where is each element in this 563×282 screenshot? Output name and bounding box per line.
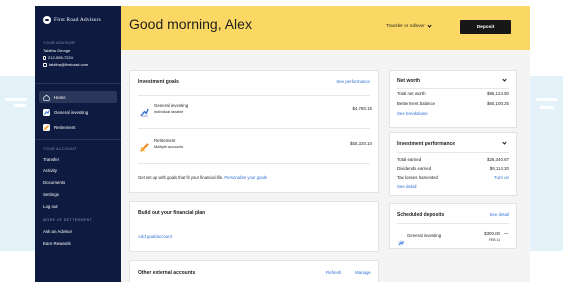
balance-label: Betterment balance	[397, 101, 436, 106]
sidebar-link-transfer[interactable]: Transfer	[43, 157, 59, 162]
divider	[397, 152, 509, 153]
turn-on-link[interactable]: Turn on	[494, 175, 509, 180]
more-options-icon[interactable]: ...	[504, 230, 508, 235]
background-dash	[14, 104, 26, 107]
advisor-heading: YOUR ADVISOR	[43, 41, 76, 45]
greeting-title: Good morning, Alex	[129, 16, 252, 32]
brand-mark-icon	[43, 16, 51, 24]
scheduled-date: FEB 11	[488, 238, 500, 242]
general-investing-icon	[43, 108, 50, 116]
sidebar-divider	[35, 83, 121, 84]
retirement-icon	[140, 139, 149, 152]
balance-value: $60,100.25	[487, 101, 509, 106]
divider	[397, 223, 509, 224]
brand-logo[interactable]: First Road Advisors	[43, 16, 101, 24]
dividends-value: $8,114.20	[489, 166, 509, 171]
sidebar-item-label: Home	[54, 94, 66, 100]
see-detail-link[interactable]: See detail	[397, 184, 417, 189]
page-header: Good morning, Alex Transfer or rollover …	[121, 6, 530, 50]
advisor-phone-text: 212-555-7224	[48, 55, 73, 60]
divider	[138, 163, 370, 164]
transfer-label: Transfer or rollover	[386, 23, 425, 28]
sidebar-item-home[interactable]: Home	[39, 91, 117, 103]
investment-goals-card: Investment goals See performance General…	[129, 70, 379, 193]
sidebar-divider	[35, 139, 121, 140]
personalize-goals-link[interactable]: Personalize your goals	[224, 175, 266, 180]
goals-footer-text: Get set up with goals that fit your fina…	[138, 175, 224, 180]
sidebar-link-earn-rewards[interactable]: Earn Rewards	[43, 241, 71, 246]
advisor-phone[interactable]: 212-555-7224	[43, 55, 73, 60]
scheduled-deposits-card: Scheduled deposits See detail General in…	[389, 203, 517, 249]
retirement-icon	[43, 123, 50, 131]
scheduled-item-name: General investing	[407, 233, 442, 238]
net-worth-label: Total net worth	[397, 91, 426, 96]
sidebar-item-general-investing[interactable]: General investing	[39, 106, 117, 118]
net-worth-card: Net worth Total net worth $85,124.50 Bet…	[389, 70, 517, 128]
investment-performance-card: Investment performance Total earned $26,…	[389, 132, 517, 196]
goal-subtitle: Multiple accounts	[154, 145, 184, 149]
add-goal-account-link[interactable]: Add goal/account	[138, 234, 172, 239]
scheduled-title: Scheduled deposits	[397, 212, 445, 218]
advisor-name: Tabitha George	[43, 48, 71, 53]
external-accounts-card: Other external accounts Refresh Manage	[129, 260, 379, 282]
sidebar-item-label: Retirement	[54, 124, 76, 130]
goal-row-retirement[interactable]: Retirement Multiple accounts $55,320.10	[130, 133, 380, 157]
goal-value: $4,780.15	[352, 106, 372, 111]
goal-name: Retirement	[154, 138, 176, 143]
goal-subtitle: Individual taxable	[154, 110, 184, 114]
mail-icon	[43, 62, 47, 67]
chevron-down-icon[interactable]	[502, 140, 507, 145]
scheduled-amount: $300.00	[484, 231, 500, 236]
deposit-button[interactable]: Deposit	[460, 20, 511, 34]
more-heading: MORE OF BETTERMENT	[43, 218, 93, 222]
divider	[138, 95, 370, 96]
total-earned-value: $26,340.67	[487, 157, 509, 162]
net-worth-value: $85,124.50	[487, 91, 509, 96]
chevron-down-icon	[427, 22, 432, 28]
sidebar-link-logout[interactable]: Log out	[43, 204, 58, 209]
tax-losses-label: Tax losses harvested	[397, 175, 438, 180]
sidebar-item-retirement[interactable]: Retirement	[39, 121, 117, 133]
background-dash	[5, 98, 27, 101]
goal-value: $55,320.10	[350, 141, 372, 146]
financial-plan-card: Build out your financial plan Add goal/a…	[129, 201, 379, 252]
background-dash	[536, 98, 558, 101]
chevron-down-icon[interactable]	[502, 77, 507, 82]
refresh-link[interactable]: Refresh	[326, 270, 341, 275]
goals-title: Investment goals	[138, 79, 179, 85]
dividends-label: Dividends earned	[397, 166, 432, 171]
sidebar-link-documents[interactable]: Documents	[43, 180, 65, 185]
total-earned-label: Total earned	[397, 157, 422, 162]
background-dash	[540, 106, 554, 109]
app-window: First Road Advisors YOUR ADVISOR Tabitha…	[35, 6, 530, 282]
scheduled-see-detail-link[interactable]: See detail	[489, 212, 509, 217]
brand-name: First Road Advisors	[54, 17, 101, 23]
net-worth-title: Net worth	[397, 78, 421, 84]
transfer-dropdown[interactable]: Transfer or rollover	[386, 22, 432, 28]
sidebar-item-label: General investing	[54, 109, 89, 115]
plan-title: Build out your financial plan	[138, 210, 206, 216]
divider	[397, 88, 509, 89]
see-breakdown-link[interactable]: See breakdown	[397, 111, 428, 116]
general-investing-icon	[398, 233, 404, 246]
see-performance-link[interactable]: See performance	[336, 79, 370, 84]
divider	[138, 128, 370, 129]
goals-footer: Get set up with goals that fit your fina…	[138, 175, 267, 180]
account-heading: YOUR ACCOUNT	[43, 147, 77, 151]
sidebar-link-ask-advisor[interactable]: Ask an Advisor	[43, 229, 72, 234]
sidebar: First Road Advisors YOUR ADVISOR Tabitha…	[35, 6, 121, 282]
phone-icon	[43, 55, 46, 60]
home-icon	[43, 94, 50, 101]
sidebar-link-settings[interactable]: Settings	[43, 192, 59, 197]
advisor-email-text: tabitha@firstroad.com	[49, 62, 89, 67]
external-title: Other external accounts	[138, 270, 196, 276]
sidebar-link-activity[interactable]: Activity	[43, 168, 57, 173]
general-investing-icon	[140, 104, 149, 117]
goal-row-general-investing[interactable]: General investing Individual taxable $4,…	[130, 98, 380, 122]
goal-name: General investing	[154, 103, 189, 108]
manage-link[interactable]: Manage	[355, 270, 371, 275]
performance-title: Investment performance	[397, 141, 456, 147]
advisor-email[interactable]: tabitha@firstroad.com	[43, 62, 88, 67]
